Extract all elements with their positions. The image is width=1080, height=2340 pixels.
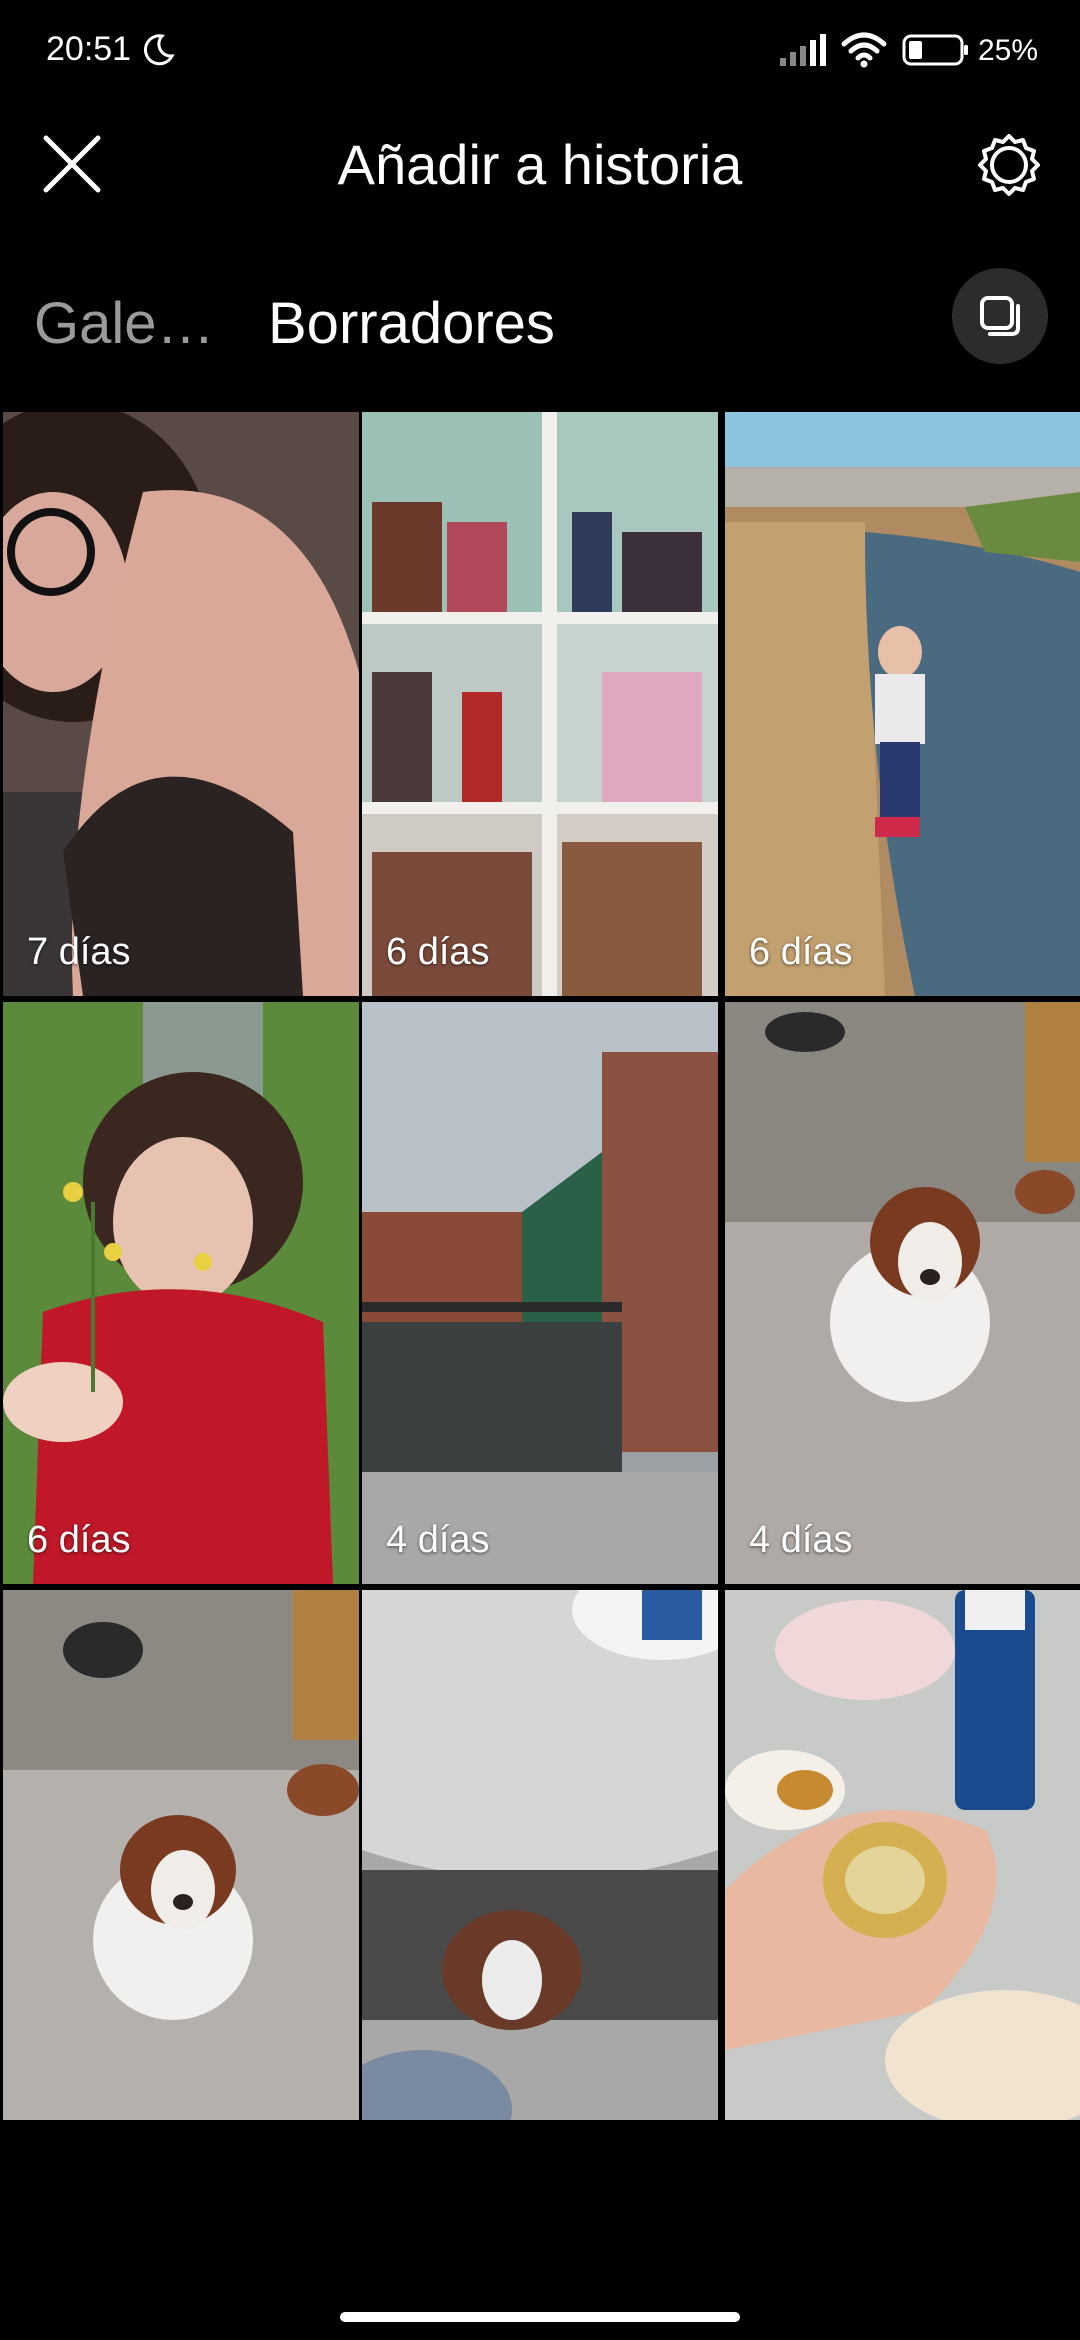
child-by-stream-photo [725,412,1080,996]
battery-icon [902,34,968,66]
draft-age: 6 días [27,1519,131,1561]
bookshelf-photo [362,412,718,996]
status-bar: 20:51 25% [0,0,1080,100]
draft-thumbnail[interactable]: 6 días [362,412,718,996]
draft-age: 4 días [386,1519,490,1561]
tab-gallery[interactable]: Gale… [34,290,215,357]
multi-select-button[interactable] [952,268,1048,364]
draft-age: 6 días [386,931,490,973]
child-with-flowers-photo [3,1002,359,1584]
draft-thumbnail[interactable]: 6 días [725,412,1080,996]
draft-thumbnail[interactable]: 7 días [3,412,359,996]
dog-photo [725,1002,1080,1584]
draft-thumbnail[interactable] [362,1590,718,2120]
signal-icon [780,34,826,66]
settings-button[interactable] [970,126,1048,204]
close-button[interactable] [32,124,112,204]
balcony-photo [362,1002,718,1584]
draft-age: 7 días [27,931,131,973]
moon-icon [143,34,175,66]
draft-thumbnail[interactable]: 4 días [362,1002,718,1584]
gear-icon [978,134,1040,196]
close-icon [43,135,101,193]
selfie-photo [3,412,359,996]
wifi-icon [841,32,887,68]
dog-under-table-photo [362,1590,718,2120]
draft-thumbnail[interactable]: 4 días [725,1002,1080,1584]
home-indicator[interactable] [340,2312,740,2322]
draft-thumbnail[interactable] [725,1590,1080,2120]
tab-bar: Gale… Borradores [0,250,1080,400]
header: Añadir a historia [0,100,1080,230]
battery-percentage: 25% [978,34,1039,67]
draft-thumbnail[interactable] [3,1590,359,2120]
tab-drafts[interactable]: Borradores [268,290,555,357]
status-time: 20:51 [46,30,132,68]
multi-select-icon [980,296,1020,336]
draft-age: 6 días [749,931,853,973]
page-title: Añadir a historia [337,133,743,196]
dog-photo [3,1590,359,2120]
draft-age: 4 días [749,1519,853,1561]
draft-thumbnail[interactable]: 6 días [3,1002,359,1584]
food-photo [725,1590,1080,2120]
